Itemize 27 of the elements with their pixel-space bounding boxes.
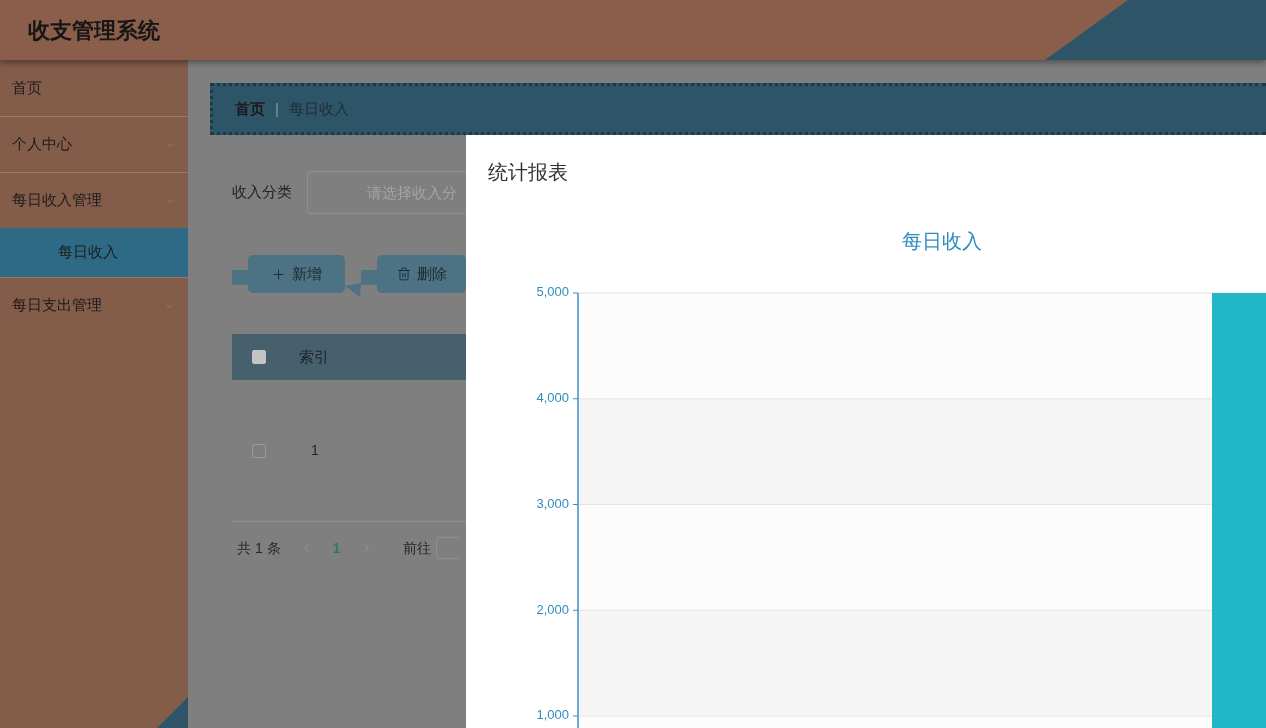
button-tab-decoration bbox=[232, 270, 248, 285]
corner-decoration bbox=[157, 697, 188, 728]
y-axis-label: 4,000 bbox=[536, 390, 569, 406]
dialog-title: 统计报表 bbox=[488, 160, 569, 184]
table-cell-text: 1 bbox=[311, 441, 319, 460]
sidebar-menu-item[interactable]: 每日收入 bbox=[0, 228, 188, 277]
row-checkbox[interactable] bbox=[252, 443, 266, 458]
field-label: 收入分类 bbox=[232, 182, 293, 203]
sidebar-menu-item[interactable]: 首页 bbox=[0, 60, 188, 116]
select-all-checkbox[interactable] bbox=[252, 350, 266, 364]
breadcrumb-link[interactable]: 首页 bbox=[235, 97, 265, 121]
delete-button[interactable]: 删除 bbox=[377, 255, 466, 293]
y-axis-label: 2,000 bbox=[536, 601, 569, 617]
app-title: 收支管理系统 bbox=[27, 16, 160, 45]
button-tail-decoration bbox=[345, 283, 361, 297]
breadcrumb-separator: | bbox=[275, 98, 279, 119]
trash-icon bbox=[396, 267, 411, 281]
y-axis-label: 5,000 bbox=[536, 284, 569, 300]
total-count: 共 1 条 bbox=[237, 538, 281, 558]
column-header: 索引 bbox=[299, 346, 329, 367]
y-axis-label: 1,000 bbox=[536, 707, 569, 723]
button-tab-decoration bbox=[361, 270, 377, 285]
plus-icon bbox=[271, 266, 286, 282]
add-button[interactable]: 新增 bbox=[248, 255, 345, 293]
y-axis-label: 3,000 bbox=[536, 495, 569, 511]
goto-label: 前往 bbox=[403, 538, 432, 558]
chart-title: 每日收入 bbox=[902, 230, 982, 252]
